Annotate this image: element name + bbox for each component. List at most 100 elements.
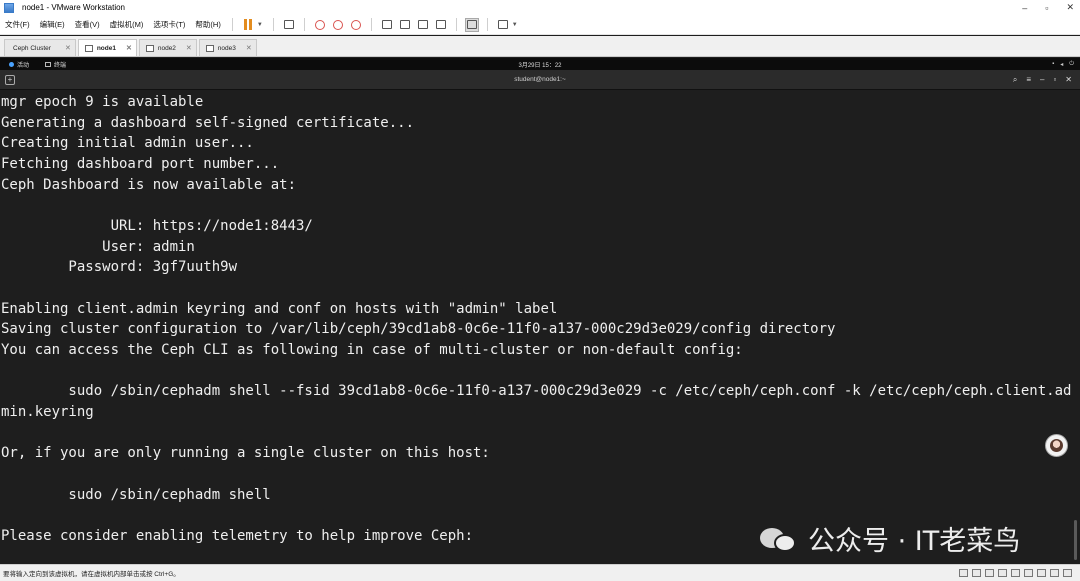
tab-node2[interactable]: node2 ✕ — [138, 39, 197, 56]
thumbnail-icon — [399, 20, 410, 29]
terminal-line: sudo /sbin/cephadm shell — [1, 486, 271, 503]
vm-icon — [84, 44, 93, 52]
vm-icon — [145, 44, 154, 52]
minimize-button[interactable]: – — [1022, 3, 1027, 13]
usb-icon[interactable] — [998, 569, 1007, 577]
stretch-icon — [497, 20, 508, 29]
close-icon[interactable]: ✕ — [65, 44, 71, 52]
clock[interactable]: 3月29日 15：22 — [0, 60, 1080, 69]
chevron-down-icon[interactable]: ▼ — [257, 22, 263, 28]
thumbnail-bar-button[interactable] — [398, 18, 412, 32]
close-icon[interactable]: ✕ — [186, 44, 192, 52]
tab-label: node3 — [217, 44, 236, 52]
status-message: 要将输入定向到该虚拟机，请在虚拟机内部单击或按 Ctrl+G。 — [3, 571, 180, 578]
terminal-line: Saving cluster configuration to /var/lib… — [1, 321, 836, 338]
maximize-button[interactable]: ▫ — [1045, 3, 1048, 13]
terminal-output[interactable]: mgr epoch 9 is available Generating a das… — [0, 92, 1080, 564]
tab-label: node2 — [157, 44, 176, 52]
menu-file[interactable]: 文件(F) — [0, 19, 35, 30]
title-bar: node1 - VMware Workstation – ▫ ✕ — [0, 0, 1080, 15]
chevron-down-icon[interactable]: ▼ — [512, 22, 518, 28]
terminal-line: Or, if you are only running a single clu… — [1, 445, 490, 462]
menu-tabs[interactable]: 选项卡(T) — [148, 19, 190, 30]
tab-node3[interactable]: node3 ✕ — [198, 39, 257, 56]
avatar-icon — [1050, 439, 1063, 452]
display-icon[interactable] — [1037, 569, 1046, 577]
tab-label: Ceph Cluster — [13, 44, 51, 52]
system-tray[interactable]: ▪ ◂ ⏻ — [1052, 61, 1074, 68]
maximize-icon[interactable]: ▫ — [1053, 75, 1056, 85]
revert-icon — [332, 19, 343, 30]
fullscreen-icon — [417, 20, 428, 29]
menu-help[interactable]: 帮助(H) — [190, 19, 225, 30]
close-icon[interactable]: ✕ — [1065, 75, 1072, 85]
terminal-header-bar: + student@node1:~ ⌕ ≡ – ▫ ✕ — [0, 70, 1080, 90]
menu-bar: 文件(F) 编辑(E) 查看(V) 虚拟机(M) 选项卡(T) 帮助(H) ▼ … — [0, 15, 1080, 35]
fullscreen-button[interactable] — [416, 18, 430, 32]
console-view-button[interactable] — [464, 17, 479, 32]
tab-label: node1 — [96, 44, 116, 52]
unity-icon — [435, 20, 446, 29]
terminal-text: mgr epoch 9 is available Generating a das… — [0, 92, 1080, 547]
pause-button[interactable] — [241, 18, 255, 32]
sound-icon[interactable] — [1011, 569, 1020, 577]
terminal-title: student@node1:~ — [514, 76, 566, 83]
watermark: 公众号 · IT老菜鸟 — [760, 519, 1020, 558]
minimize-icon[interactable]: – — [1040, 75, 1044, 85]
vm-icon — [205, 44, 214, 52]
menu-view[interactable]: 查看(V) — [70, 19, 105, 30]
vmware-logo-icon — [4, 2, 14, 13]
snapshot-button[interactable] — [313, 18, 327, 32]
stretch-button[interactable] — [496, 18, 510, 32]
unity-button[interactable] — [434, 18, 448, 32]
revert-snapshot-button[interactable] — [331, 18, 345, 32]
toolbar-divider — [303, 18, 305, 31]
tab-node1[interactable]: node1 ✕ — [77, 39, 137, 56]
terminal-line: URL: https://node1:8443/ — [1, 218, 313, 235]
network-icon: ▪ — [1052, 60, 1055, 67]
printer-icon[interactable] — [1024, 569, 1033, 577]
terminal-controls: ⌕ ≡ – ▫ ✕ — [1013, 75, 1072, 85]
terminal-line: Creating initial admin user... — [1, 135, 254, 152]
window-title: node1 - VMware Workstation — [22, 3, 126, 12]
avatar[interactable] — [1045, 434, 1068, 457]
toolbar-divider — [272, 18, 274, 31]
terminal-line: Ceph Dashboard is now available at: — [1, 176, 297, 193]
snapshot-manager-icon — [350, 19, 361, 30]
menu-vm[interactable]: 虚拟机(M) — [105, 19, 149, 30]
search-icon[interactable]: ⌕ — [1013, 75, 1017, 85]
keyboard-icon — [283, 20, 294, 29]
device-icons — [959, 569, 1072, 577]
close-icon[interactable]: ✕ — [126, 44, 132, 52]
terminal-line: Enabling client.admin keyring and conf o… — [1, 300, 558, 317]
clock-icon — [314, 19, 325, 30]
close-icon[interactable]: ✕ — [246, 44, 252, 52]
library-icon — [381, 20, 392, 29]
message-icon[interactable] — [1050, 569, 1059, 577]
close-button[interactable]: ✕ — [1066, 2, 1074, 13]
vm-tab-bar: Ceph Cluster ✕ node1 ✕ node2 ✕ node3 ✕ — [0, 36, 1080, 57]
snapshot-manager-button[interactable] — [349, 18, 363, 32]
tab-ceph-cluster[interactable]: Ceph Cluster ✕ — [4, 39, 76, 56]
terminal-line: You can access the Ceph CLI as following… — [1, 342, 743, 359]
terminal-line: min.keyring — [1, 404, 94, 421]
send-keys-button[interactable] — [282, 18, 296, 32]
toolbar-divider — [486, 18, 488, 31]
terminal-scrollbar[interactable] — [1074, 520, 1077, 560]
hard-disk-icon[interactable] — [959, 569, 968, 577]
pause-icon — [243, 19, 252, 30]
show-library-button[interactable] — [380, 18, 394, 32]
fullscreen-icon[interactable] — [1063, 569, 1072, 577]
volume-icon: ◂ — [1060, 61, 1064, 68]
menu-edit[interactable]: 编辑(E) — [35, 19, 70, 30]
hamburger-menu-icon[interactable]: ≡ — [1026, 75, 1031, 85]
cdrom-icon[interactable] — [972, 569, 981, 577]
network-adapter-icon[interactable] — [985, 569, 994, 577]
terminal-line: Generating a dashboard self-signed certi… — [1, 114, 415, 131]
toolbar-divider — [455, 18, 457, 31]
